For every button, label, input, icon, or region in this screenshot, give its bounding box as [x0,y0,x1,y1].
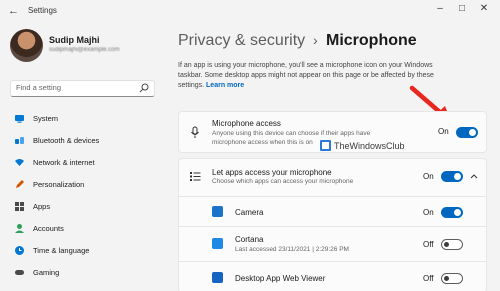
app-state: Off [423,274,434,283]
watermark-text: TheWindowsClub [334,141,405,151]
sidebar-item-gaming[interactable]: Gaming [8,264,158,281]
app-name: Camera [235,208,264,217]
microphone-access-toggle[interactable] [456,127,478,138]
sidebar-item-label: Accounts [33,224,64,233]
pencil-icon [16,180,24,188]
controller-icon [15,270,24,275]
title-bar: ← Settings – □ ✕ [0,0,500,22]
user-name: Sudip Majhi [49,35,100,45]
sidebar-item-bluetooth[interactable]: Bluetooth & devices [8,132,158,149]
sidebar-item-label: Gaming [33,268,60,277]
breadcrumb-parent[interactable]: Privacy & security [178,32,305,50]
microphone-access-state: On [438,127,449,136]
cortana-icon [212,238,223,249]
microphone-access-card: Microphone access Anyone using this devi… [178,111,487,153]
microphone-access-desc-2: microphone access when this is on [212,139,313,146]
sidebar-item-label: Apps [33,202,51,211]
desktop-app-icon [212,272,223,283]
cortana-toggle[interactable] [441,239,463,250]
system-icon [15,115,24,123]
sidebar-item-label: Time & language [33,246,90,255]
intro-line-1: If an app is using your microphone, you'… [178,62,433,69]
bluetooth-icon [15,137,24,144]
back-arrow-icon[interactable]: ← [8,5,19,17]
apps-access-title: Let apps access your microphone [212,168,332,177]
intro-line-2: taskbar. Some desktop apps might not app… [178,72,434,79]
chevron-up-icon[interactable] [470,174,478,179]
wifi-icon [15,159,24,166]
sidebar-item-label: Network & internet [33,158,95,167]
avatar[interactable] [10,29,43,62]
close-icon[interactable]: ✕ [475,3,493,14]
sidebar-item-system[interactable]: System [8,110,158,127]
sidebar-item-accounts[interactable]: Accounts [8,220,158,237]
app-state: On [423,208,434,217]
search-box[interactable] [10,80,155,97]
app-row-cortana: Cortana Last accessed 23/11/2021 | 2:29:… [179,227,486,260]
app-title: Settings [28,6,57,15]
learn-more-link[interactable]: Learn more [206,82,244,89]
sidebar-item-time-language[interactable]: Time & language [8,242,158,259]
maximize-icon[interactable]: □ [453,3,471,14]
sidebar-item-label: Personalization [33,180,85,189]
camera-toggle[interactable] [441,207,463,218]
app-row-desktop-app-web-viewer: Desktop App Web Viewer Off [179,262,486,291]
intro-prefix: settings. [178,82,205,89]
search-input[interactable] [16,83,136,92]
apps-access-card: Let apps access your microphone Choose w… [178,158,487,291]
apps-access-header[interactable]: Let apps access your microphone Choose w… [179,159,486,195]
page-title: Microphone [326,32,417,49]
sidebar-item-personalization[interactable]: Personalization [8,176,158,193]
sidebar-item-apps[interactable]: Apps [8,198,158,215]
microphone-access-title: Microphone access [212,119,281,128]
app-row-camera: Camera On [179,198,486,225]
divider [179,196,486,197]
microphone-icon [191,126,199,138]
list-icon [190,172,201,181]
breadcrumb-separator: › [313,32,318,48]
microphone-access-desc-1: Anyone using this device can choose if t… [212,130,371,137]
minimize-icon[interactable]: – [431,3,449,14]
desktop-app-toggle[interactable] [441,273,463,284]
sidebar-item-label: Bluetooth & devices [33,136,100,145]
globe-clock-icon [15,246,24,255]
apps-access-state: On [423,172,434,181]
search-icon[interactable] [139,83,149,93]
app-state: Off [423,240,434,249]
camera-icon [212,206,223,217]
apps-access-toggle[interactable] [441,171,463,182]
person-icon [15,224,24,233]
sidebar-item-network[interactable]: Network & internet [8,154,158,171]
sidebar-item-label: System [33,114,59,123]
apps-icon [15,202,24,211]
app-name: Desktop App Web Viewer [235,274,326,283]
watermark-logo-icon [320,140,331,151]
user-email: sudipmajhi@example.com [49,47,120,53]
apps-access-desc: Choose which apps can access your microp… [212,178,354,185]
app-name: Cortana [235,235,264,244]
app-last-accessed: Last accessed 23/11/2021 | 2:29:26 PM [235,246,349,253]
